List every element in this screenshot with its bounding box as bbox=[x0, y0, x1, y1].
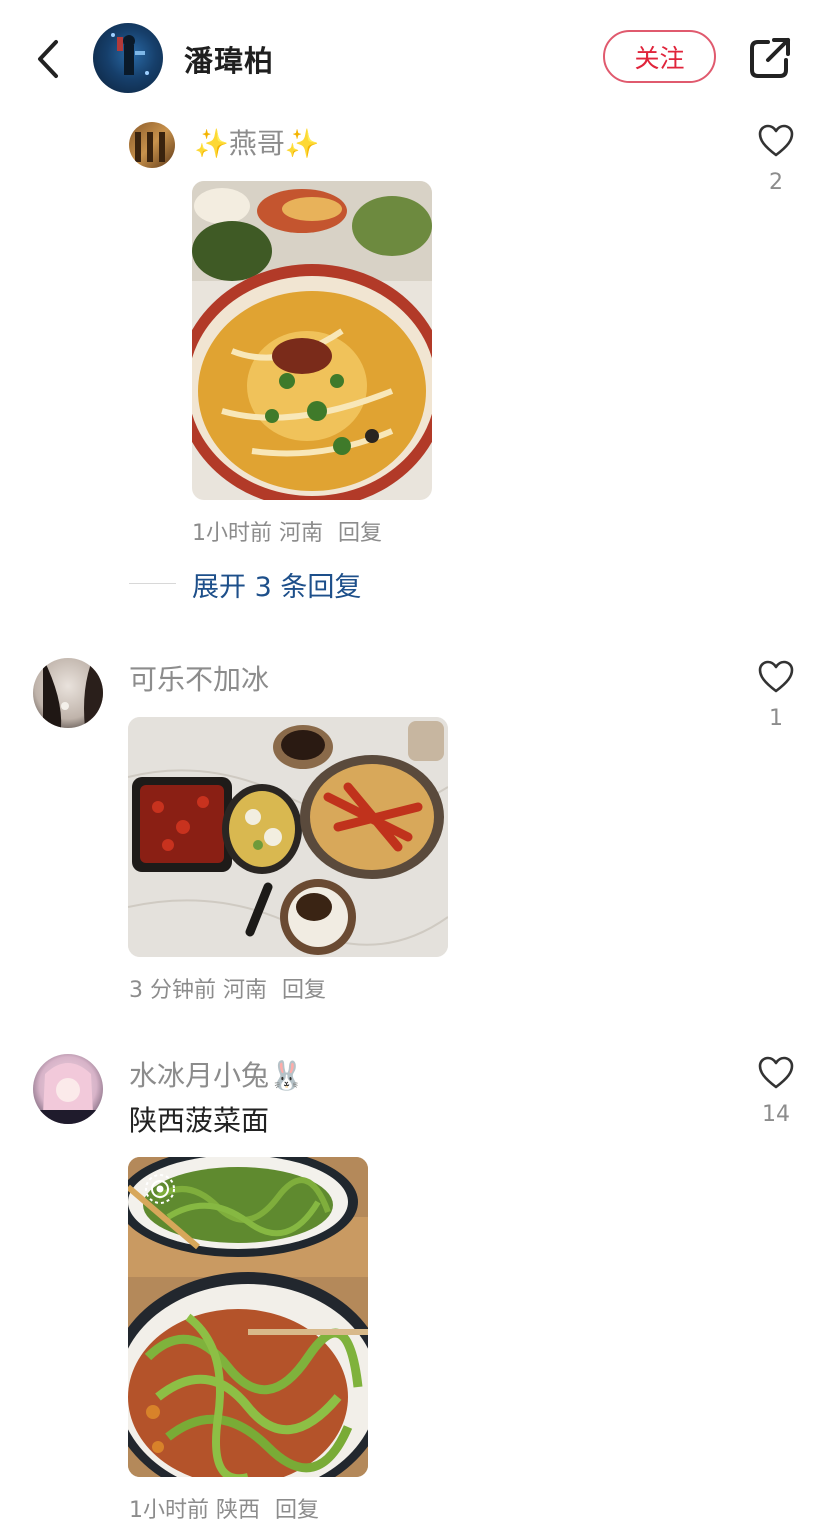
comment-meta: 1小时前 河南 回复 bbox=[192, 515, 382, 547]
spinach-noodles-image bbox=[128, 1157, 368, 1477]
avatar-braid-image bbox=[43, 658, 103, 728]
like-count: 14 bbox=[762, 1102, 790, 1127]
comment-time: 1小时前 bbox=[129, 1498, 209, 1523]
comment-photo-noodle-soup[interactable] bbox=[192, 181, 432, 500]
reply-button[interactable]: 回复 bbox=[282, 978, 326, 1003]
chevron-left-icon bbox=[38, 40, 58, 78]
back-button[interactable] bbox=[30, 36, 70, 82]
page-title-username[interactable]: 潘瑋柏 bbox=[184, 38, 274, 80]
expand-replies-button[interactable]: 展开 3 条回复 bbox=[192, 565, 361, 604]
like-button[interactable] bbox=[756, 124, 796, 162]
dishes-on-table-image bbox=[128, 717, 448, 957]
comment-time: 3 分钟前 bbox=[129, 978, 216, 1003]
comment-meta: 3 分钟前 河南 回复 bbox=[129, 972, 326, 1004]
profile-avatar[interactable] bbox=[93, 23, 163, 93]
commenter-name[interactable]: 可乐不加冰 bbox=[129, 658, 269, 698]
commenter-name[interactable]: ✨燕哥✨ bbox=[194, 122, 320, 162]
comment-location: 陕西 bbox=[216, 1498, 261, 1523]
heart-outline-icon bbox=[758, 1056, 794, 1089]
comment-meta: 1小时前 陕西 回复 bbox=[129, 1492, 319, 1524]
heart-outline-icon bbox=[758, 124, 794, 157]
heart-outline-icon bbox=[758, 660, 794, 693]
top-bar: 潘瑋柏 关注 bbox=[0, 0, 828, 112]
like-count: 2 bbox=[769, 170, 783, 195]
avatar-anime-image bbox=[33, 1063, 103, 1124]
commenter-name[interactable]: 水冰月小兔🐰 bbox=[129, 1054, 304, 1094]
like-button[interactable] bbox=[756, 660, 796, 698]
avatar-figure bbox=[111, 33, 149, 75]
comment-location: 河南 bbox=[279, 521, 324, 546]
follow-button[interactable]: 关注 bbox=[603, 30, 716, 83]
share-button[interactable] bbox=[748, 36, 792, 80]
commenter-avatar[interactable] bbox=[129, 122, 175, 168]
reply-button[interactable]: 回复 bbox=[338, 521, 382, 546]
comment-location: 河南 bbox=[223, 978, 268, 1003]
comment-text: 陕西菠菜面 bbox=[129, 1104, 270, 1137]
reply-button[interactable]: 回复 bbox=[275, 1498, 319, 1523]
commenter-avatar[interactable] bbox=[33, 658, 103, 728]
comment-photo-dishes[interactable] bbox=[128, 717, 448, 957]
commenter-avatar[interactable] bbox=[33, 1054, 103, 1124]
comment-time: 1小时前 bbox=[192, 521, 272, 546]
comment-photo-spinach-noodles[interactable] bbox=[128, 1157, 368, 1477]
share-icon bbox=[750, 38, 790, 78]
expand-divider bbox=[129, 583, 176, 584]
noodle-soup-image bbox=[192, 181, 432, 500]
like-count: 1 bbox=[769, 706, 783, 731]
like-button[interactable] bbox=[756, 1056, 796, 1094]
avatar-arches-image bbox=[135, 132, 165, 162]
